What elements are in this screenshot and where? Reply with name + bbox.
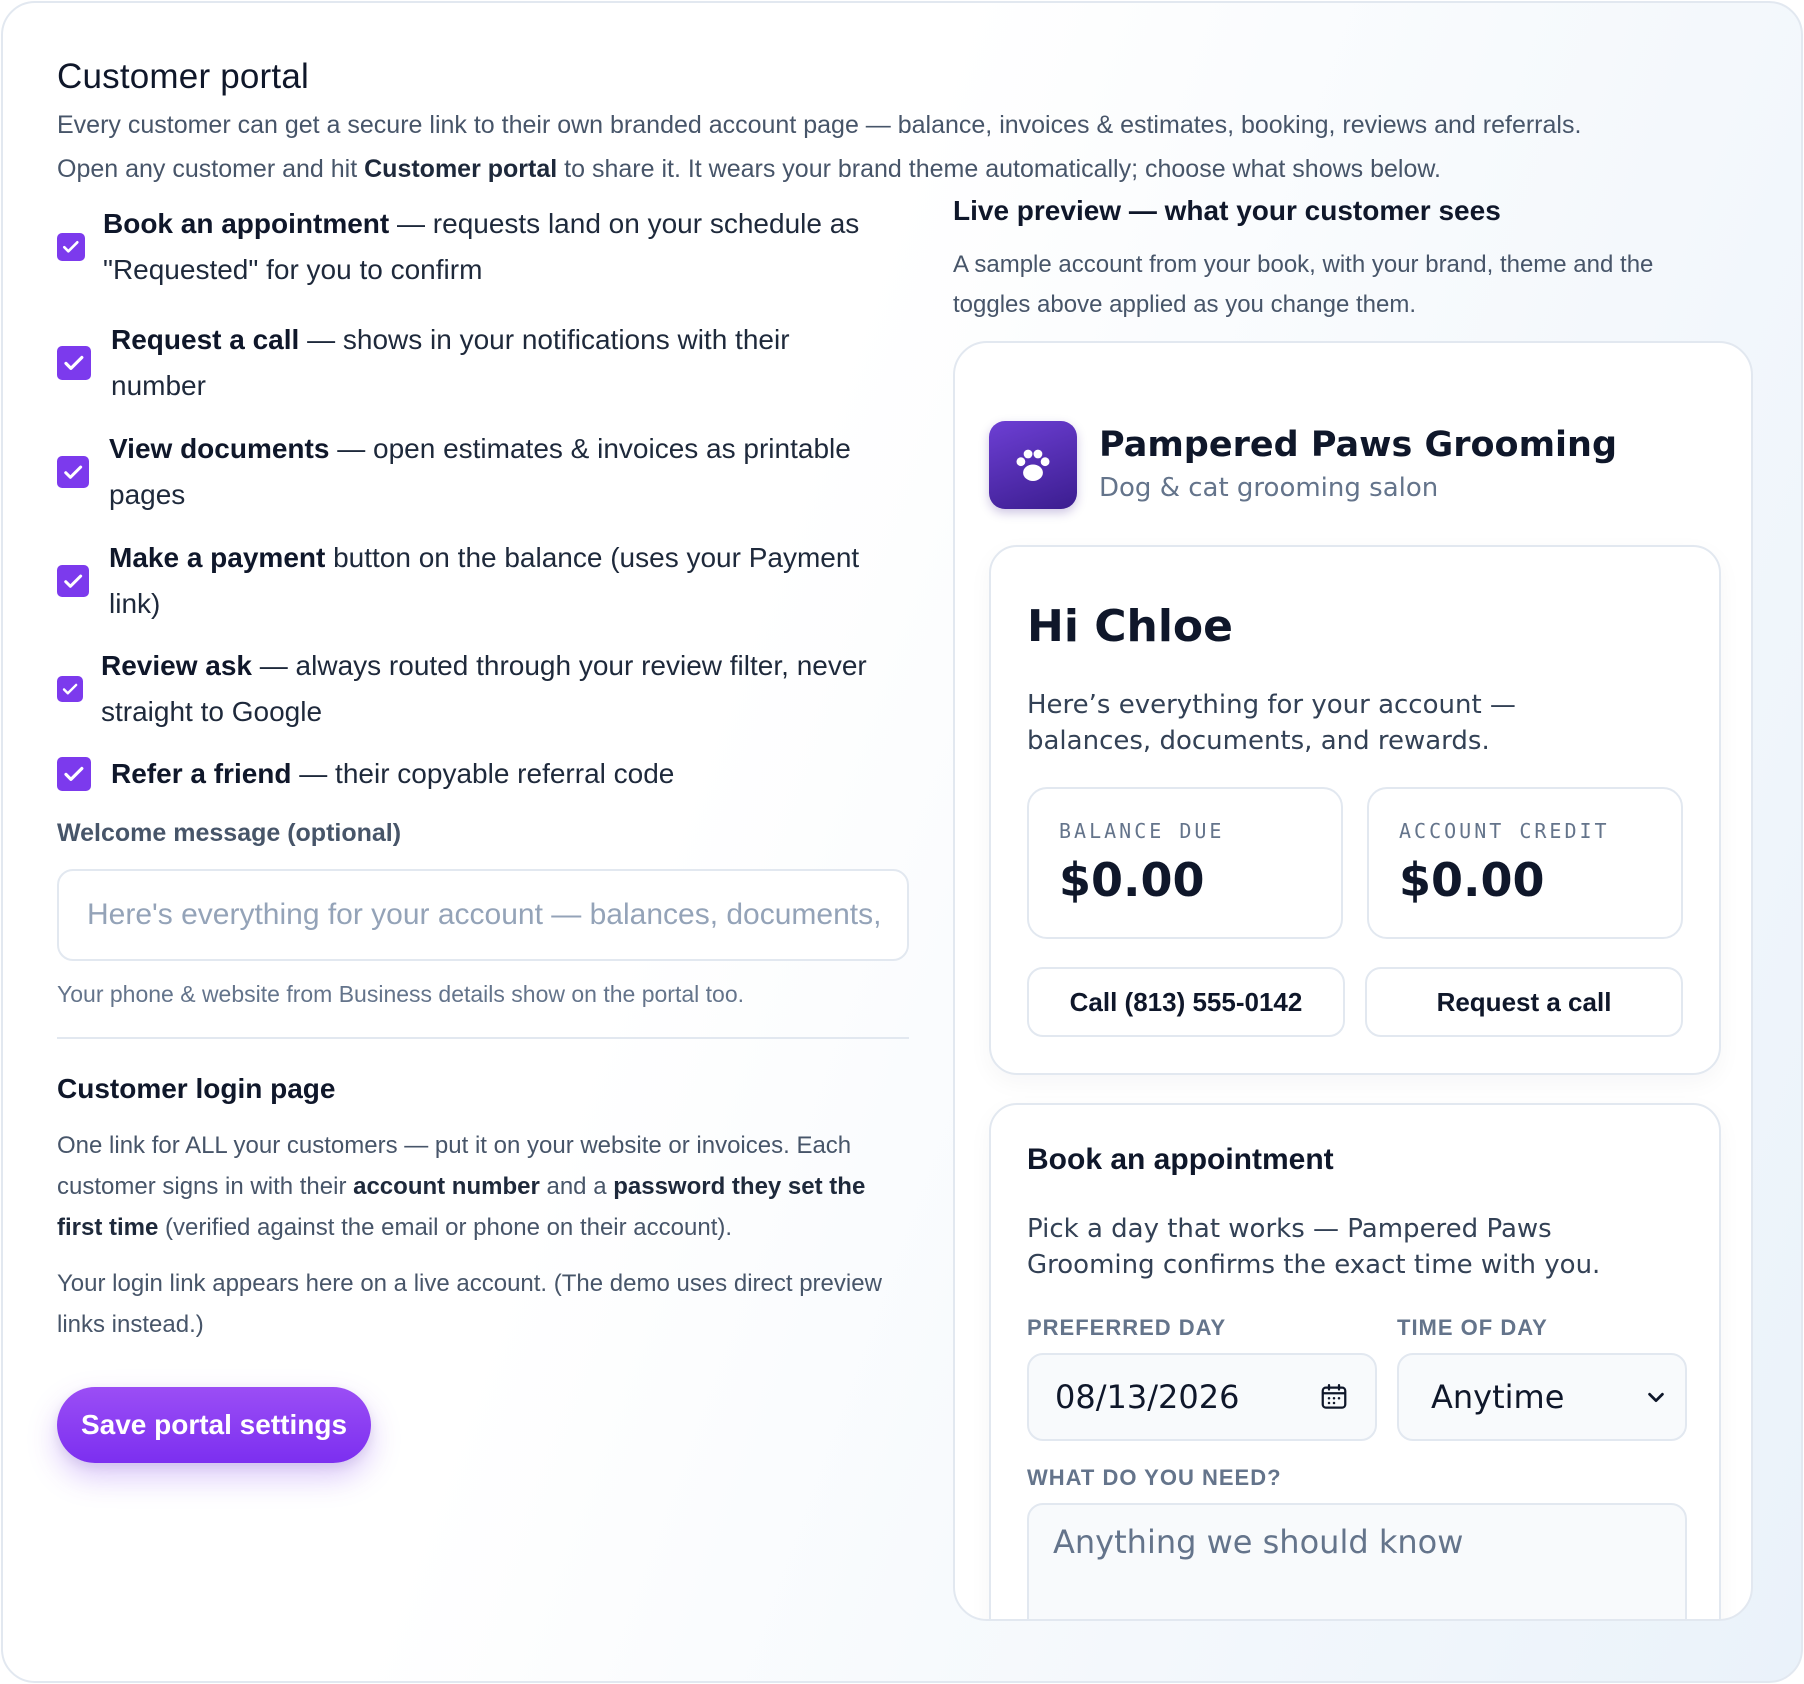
toggle-label: Request a call — shows in your notificat… xyxy=(111,317,811,409)
account-summary-card: Hi Chloe Here’s everything for your acco… xyxy=(989,545,1721,1075)
check-icon xyxy=(64,355,84,371)
check-icon xyxy=(64,574,82,588)
checkbox-view-documents[interactable] xyxy=(57,456,89,488)
balance-due-label: BALANCE DUE xyxy=(1059,819,1225,843)
account-credit-value: $0.00 xyxy=(1399,853,1545,907)
toggle-label-bold: Refer a friend xyxy=(111,758,292,789)
toggle-refer-friend[interactable]: Refer a friend — their copyable referral… xyxy=(57,751,907,797)
brand-logo xyxy=(989,421,1077,509)
check-icon xyxy=(62,683,78,695)
toggle-label: Make a payment button on the balance (us… xyxy=(109,535,899,627)
checkbox-refer-friend[interactable] xyxy=(57,757,91,791)
what-do-you-need-textarea[interactable]: Anything we should know xyxy=(1027,1503,1687,1619)
welcome-message-input[interactable] xyxy=(57,869,909,961)
brand-tagline: Dog & cat grooming salon xyxy=(1099,473,1439,503)
save-portal-settings-button[interactable]: Save portal settings xyxy=(57,1387,371,1463)
account-credit-tile: ACCOUNT CREDIT $0.00 xyxy=(1367,787,1683,939)
login-desc-part: (verified against the email or phone on … xyxy=(158,1214,733,1241)
paw-icon xyxy=(1016,449,1050,481)
toggle-label: Review ask — always routed through your … xyxy=(101,643,907,735)
intro-line-2-post: to share it. It wears your brand theme a… xyxy=(557,155,1441,183)
balance-due-tile: BALANCE DUE $0.00 xyxy=(1027,787,1343,939)
check-icon xyxy=(64,766,84,782)
check-icon xyxy=(63,241,79,253)
portal-preview-frame: Pampered Paws Grooming Dog & cat groomin… xyxy=(953,341,1753,1621)
time-of-day-select[interactable]: Anytime xyxy=(1397,1353,1687,1441)
toggle-label-bold: Request a call xyxy=(111,324,300,355)
checkbox-make-payment[interactable] xyxy=(57,565,89,597)
welcome-hint: Your phone & website from Business detai… xyxy=(57,981,745,1007)
need-placeholder: Anything we should know xyxy=(1053,1523,1464,1561)
intro-line-2-bold: Customer portal xyxy=(364,155,558,183)
intro-line-2: Open any customer and hit Customer porta… xyxy=(57,147,1777,191)
toggle-label-bold: Make a payment xyxy=(109,542,326,573)
login-desc-bold: account number xyxy=(353,1173,540,1200)
checkbox-book-appointment[interactable] xyxy=(57,233,85,261)
toggle-label: Refer a friend — their copyable referral… xyxy=(111,751,674,797)
brand-name: Pampered Paws Grooming xyxy=(1099,425,1618,465)
check-icon xyxy=(64,465,82,479)
toggle-book-appointment[interactable]: Book an appointment — requests land on y… xyxy=(57,201,907,293)
toggle-view-documents[interactable]: View documents — open estimates & invoic… xyxy=(57,426,907,518)
toggle-label-bold: Book an appointment xyxy=(103,208,390,239)
book-appointment-subtitle: Pick a day that works — Pampered Paws Gr… xyxy=(1027,1214,1601,1280)
checkbox-request-call[interactable] xyxy=(57,346,91,380)
request-call-button[interactable]: Request a call xyxy=(1365,967,1683,1037)
intro-line-1: Every customer can get a secure link to … xyxy=(57,111,1582,139)
balance-due-value: $0.00 xyxy=(1059,853,1205,907)
live-preview-description: A sample account from your book, with yo… xyxy=(953,251,1654,318)
what-do-you-need-label: WHAT DO YOU NEED? xyxy=(1027,1465,1282,1490)
toggle-label-bold: Review ask xyxy=(101,650,252,681)
section-divider xyxy=(57,1037,909,1039)
intro-text: Every customer can get a secure link to … xyxy=(57,103,1777,191)
preferred-day-value: 08/13/2026 xyxy=(1055,1378,1240,1416)
checkbox-review-ask[interactable] xyxy=(57,676,83,702)
book-appointment-title: Book an appointment xyxy=(1027,1143,1334,1176)
toggle-review-ask[interactable]: Review ask — always routed through your … xyxy=(57,643,907,735)
time-of-day-label: TIME OF DAY xyxy=(1397,1315,1548,1340)
live-preview-title: Live preview — what your customer sees xyxy=(953,195,1501,226)
preferred-day-input[interactable]: 08/13/2026 xyxy=(1027,1353,1377,1441)
toggle-label: Book an appointment — requests land on y… xyxy=(103,201,907,293)
time-of-day-value: Anytime xyxy=(1431,1378,1565,1416)
intro-line-2-pre: Open any customer and hit xyxy=(57,155,365,183)
chevron-down-icon xyxy=(1648,1392,1664,1403)
preferred-day-label: PREFERRED DAY xyxy=(1027,1315,1227,1340)
greeting-subtitle: Here’s everything for your account — bal… xyxy=(1027,690,1516,756)
login-section-title: Customer login page xyxy=(57,1073,336,1104)
call-business-button[interactable]: Call (813) 555-0142 xyxy=(1027,967,1345,1037)
toggle-request-call[interactable]: Request a call — shows in your notificat… xyxy=(57,317,907,409)
toggle-make-payment[interactable]: Make a payment button on the balance (us… xyxy=(57,535,907,627)
account-credit-label: ACCOUNT CREDIT xyxy=(1399,819,1610,843)
toggle-label: View documents — open estimates & invoic… xyxy=(109,426,899,518)
toggle-label-rest: — their copyable referral code xyxy=(291,758,675,789)
toggle-label-bold: View documents xyxy=(109,433,330,464)
login-desc-part: and a xyxy=(539,1173,614,1200)
login-link-note: Your login link appears here on a live a… xyxy=(57,1270,882,1338)
login-description: One link for ALL your customers — put it… xyxy=(57,1125,917,1248)
calendar-icon[interactable] xyxy=(1319,1382,1349,1412)
welcome-message-label: Welcome message (optional) xyxy=(57,819,402,847)
greeting: Hi Chloe xyxy=(1027,601,1233,652)
customer-portal-settings-card: Customer portal Every customer can get a… xyxy=(1,1,1803,1683)
book-appointment-card: Book an appointment Pick a day that work… xyxy=(989,1103,1721,1619)
page-title: Customer portal xyxy=(57,57,309,96)
